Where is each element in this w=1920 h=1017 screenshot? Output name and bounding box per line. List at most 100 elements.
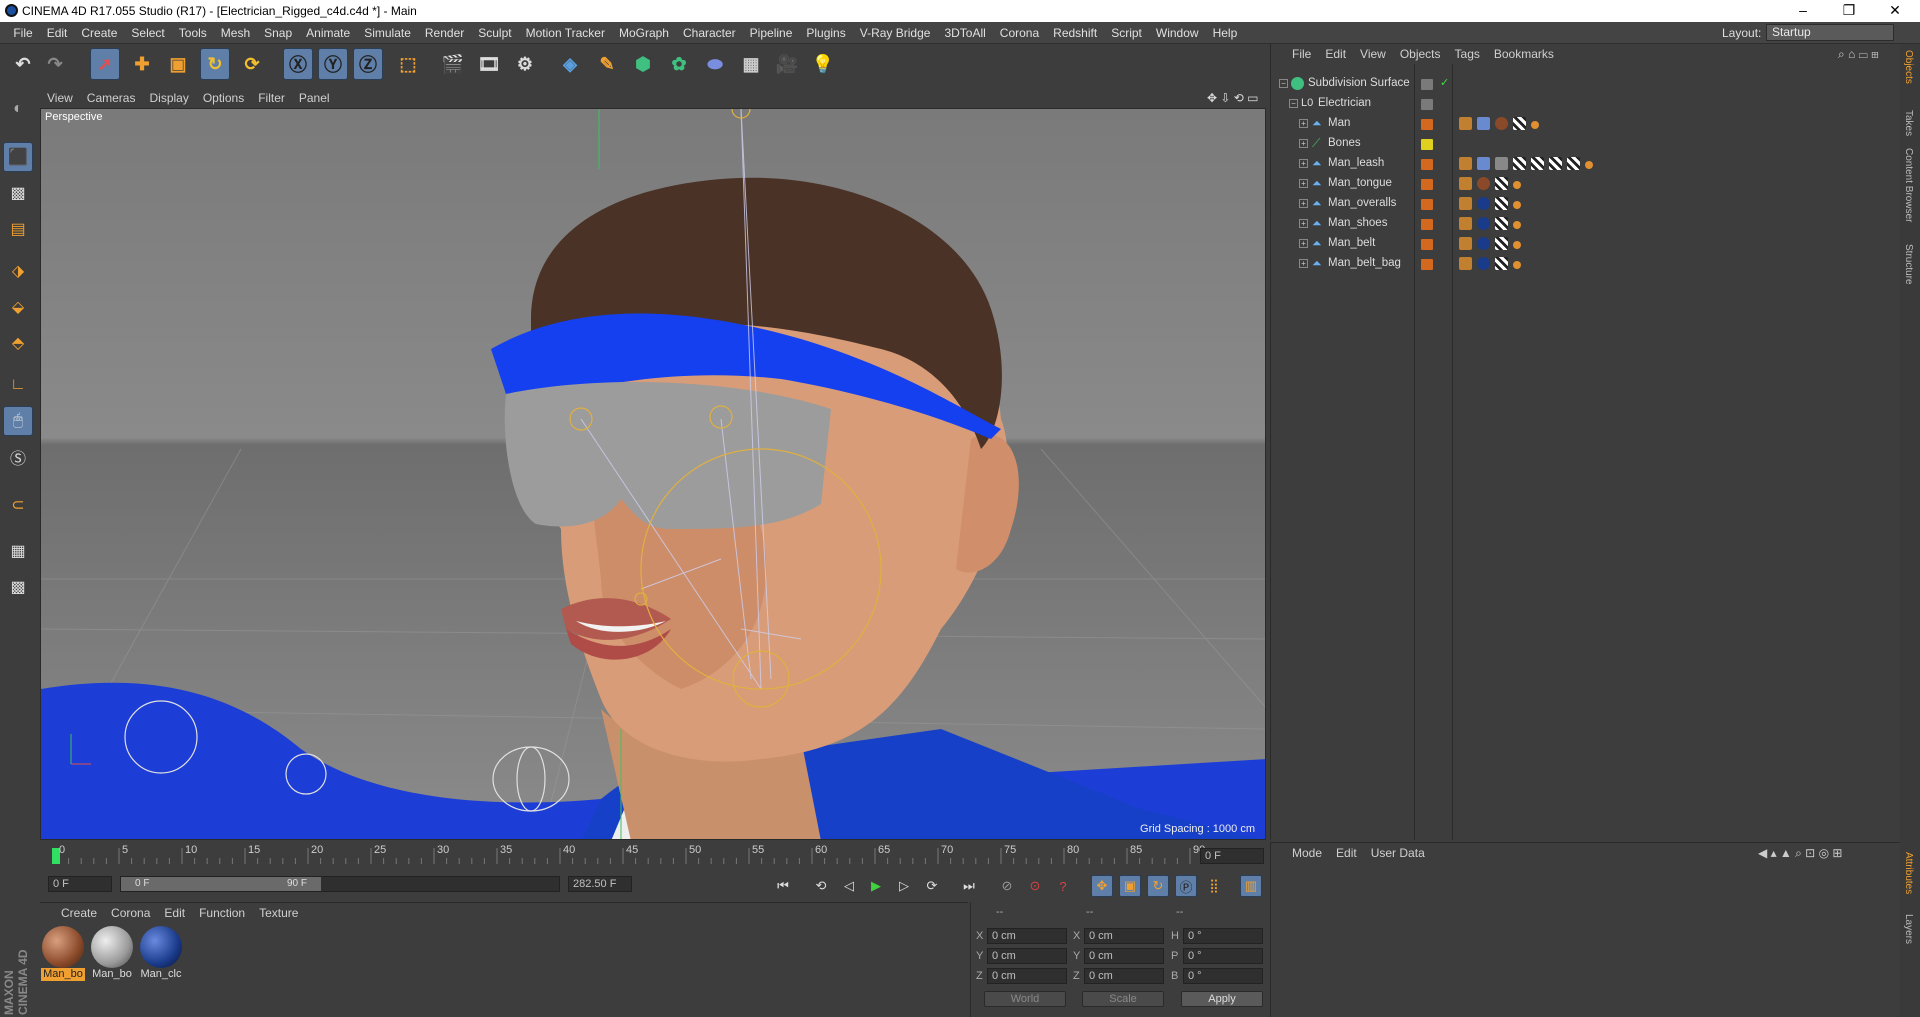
expand-icon[interactable]: + [1299, 159, 1308, 168]
prev-key-icon[interactable]: ⟲ [810, 875, 832, 897]
skin-tag-icon[interactable] [1477, 157, 1490, 170]
vertex-map-tag-icon[interactable] [1513, 181, 1521, 189]
floor-icon[interactable]: ▦ [736, 48, 766, 80]
weight-tag-icon[interactable] [1459, 217, 1472, 230]
3d-viewport[interactable]: Perspective Grid Spacing: 1000 cm [40, 108, 1266, 840]
size-z-field[interactable]: 0 cm [1084, 968, 1164, 984]
render-view-icon[interactable]: 🎬 [438, 48, 468, 80]
expand-icon[interactable]: − [1289, 99, 1298, 108]
array-icon[interactable]: ✿ [664, 48, 694, 80]
enabled-check-icon[interactable]: ✓ [1440, 76, 1449, 89]
menu-snap[interactable]: Snap [257, 22, 299, 44]
rotation-h-field[interactable]: 0 ° [1183, 928, 1263, 944]
menu-animate[interactable]: Animate [299, 22, 357, 44]
material-tag-icon[interactable] [1477, 217, 1490, 230]
texture-tag-icon[interactable] [1513, 157, 1526, 170]
menu-create[interactable]: Create [74, 22, 124, 44]
obj-menu-tags[interactable]: Tags [1448, 44, 1487, 64]
expand-icon[interactable]: + [1299, 179, 1308, 188]
menu-character[interactable]: Character [676, 22, 743, 44]
attr-nav-icons[interactable]: ◀ ▴ ▲ ⌕ ⊡ ◎ ⊞ [1751, 843, 1849, 863]
next-frame-icon[interactable]: ▷ [893, 875, 915, 897]
vertex-map-tag-icon[interactable] [1513, 201, 1521, 209]
model-mode-icon[interactable]: ⬛ [3, 142, 33, 172]
prev-frame-icon[interactable]: ◁ [838, 875, 860, 897]
vertex-map-tag-icon[interactable] [1513, 221, 1521, 229]
texture-tag-icon[interactable] [1495, 177, 1508, 190]
layer-color[interactable] [1421, 199, 1433, 210]
mat-menu-texture[interactable]: Texture [252, 903, 305, 923]
expand-icon[interactable]: + [1299, 119, 1308, 128]
move-select-icon[interactable]: ➚ [90, 48, 120, 80]
attr-menu-mode[interactable]: Mode [1285, 843, 1329, 863]
scale-tool-icon[interactable]: ▣ [163, 48, 193, 80]
obj-menu-objects[interactable]: Objects [1393, 44, 1448, 64]
timeline-window-icon[interactable]: ▥ [1240, 875, 1262, 897]
texture-mode-icon[interactable]: ▩ [3, 178, 33, 208]
key-help-icon[interactable]: ? [1052, 875, 1074, 897]
end-frame-field[interactable]: 282.50 F [568, 876, 632, 892]
material-swatch[interactable]: Man_clc [139, 926, 183, 984]
material-tag-icon[interactable] [1477, 177, 1490, 190]
restore-button[interactable]: ❐ [1826, 0, 1872, 22]
weight-tag-icon[interactable] [1459, 117, 1472, 130]
texture-tag-icon[interactable] [1495, 217, 1508, 230]
viewport-menu-display[interactable]: Display [142, 88, 195, 108]
weight-tag-icon[interactable] [1459, 237, 1472, 250]
light-icon[interactable]: 💡 [808, 48, 838, 80]
menu-vray-bridge[interactable]: V-Ray Bridge [853, 22, 938, 44]
menu-3dtoall[interactable]: 3DToAll [937, 22, 992, 44]
solo-icon[interactable]: Ⓢ [3, 442, 33, 472]
rotation-b-field[interactable]: 0 ° [1183, 968, 1263, 984]
key-scale-icon[interactable]: ▣ [1119, 875, 1141, 897]
mat-menu-edit[interactable]: Edit [157, 903, 192, 923]
position-x-field[interactable]: 0 cm [987, 928, 1067, 944]
tab-objects[interactable]: Objects [1903, 50, 1914, 84]
vertex-map-tag-icon[interactable] [1513, 241, 1521, 249]
snap-icon[interactable]: ⊂ [3, 490, 33, 520]
coordinate-system-icon[interactable]: ⬚ [393, 48, 423, 80]
menu-render[interactable]: Render [418, 22, 471, 44]
menu-select[interactable]: Select [124, 22, 171, 44]
render-picture-viewer-icon[interactable]: 🎞 [474, 48, 504, 80]
axis-mode-icon[interactable]: ∟ [3, 370, 33, 400]
layer-color[interactable] [1421, 79, 1433, 90]
material-tag-icon[interactable] [1495, 157, 1508, 170]
workplane-icon[interactable]: ▤ [3, 214, 33, 244]
tweak-mode-icon[interactable]: 🖱 [3, 406, 33, 436]
range-slider-track[interactable]: 0 F 90 F [120, 876, 560, 892]
tab-layers[interactable]: Layers [1903, 914, 1914, 944]
goto-start-icon[interactable]: ⏮ [772, 875, 794, 897]
expand-icon[interactable]: + [1299, 139, 1308, 148]
subdivision-icon[interactable]: ⬢ [628, 48, 658, 80]
object-row-electrician[interactable]: − L0 Electrician [1275, 94, 1895, 114]
obj-menu-edit[interactable]: Edit [1318, 44, 1353, 64]
edges-mode-icon[interactable]: ⬙ [3, 292, 33, 322]
obj-menu-bookmarks[interactable]: Bookmarks [1487, 44, 1561, 64]
layer-color[interactable] [1421, 139, 1433, 150]
obj-menu-file[interactable]: File [1285, 44, 1318, 64]
redo-icon[interactable]: ↷ [40, 48, 70, 80]
expand-icon[interactable]: + [1299, 259, 1308, 268]
layout-select[interactable]: Startup [1766, 24, 1894, 41]
weight-tag-icon[interactable] [1459, 177, 1472, 190]
vertex-map-tag-icon[interactable] [1531, 121, 1539, 129]
auto-key-icon[interactable]: ⊙ [1024, 875, 1046, 897]
next-key-icon[interactable]: ⟳ [921, 875, 943, 897]
object-row-man-belt-bag[interactable]: + ⏶ Man_belt_bag [1275, 254, 1895, 274]
object-row-man[interactable]: + ⏶ Man [1275, 114, 1895, 134]
mat-menu-create[interactable]: Create [54, 903, 104, 923]
viewport-menu-panel[interactable]: Panel [292, 88, 337, 108]
viewport-menu-cameras[interactable]: Cameras [80, 88, 143, 108]
vertex-map-tag-icon[interactable] [1513, 261, 1521, 269]
object-row-man-belt[interactable]: + ⏶ Man_belt [1275, 234, 1895, 254]
y-axis-icon[interactable]: Ⓨ [318, 48, 348, 80]
viewport-menu-filter[interactable]: Filter [251, 88, 292, 108]
texture-tag-icon[interactable] [1549, 157, 1562, 170]
menu-corona[interactable]: Corona [993, 22, 1046, 44]
record-keys-icon[interactable]: ⊘ [996, 875, 1018, 897]
weight-tag-icon[interactable] [1459, 257, 1472, 270]
obj-menu-view[interactable]: View [1353, 44, 1393, 64]
menu-tools[interactable]: Tools [172, 22, 214, 44]
object-row-subdivision-surface[interactable]: − Subdivision Surface ✓ [1275, 74, 1895, 94]
